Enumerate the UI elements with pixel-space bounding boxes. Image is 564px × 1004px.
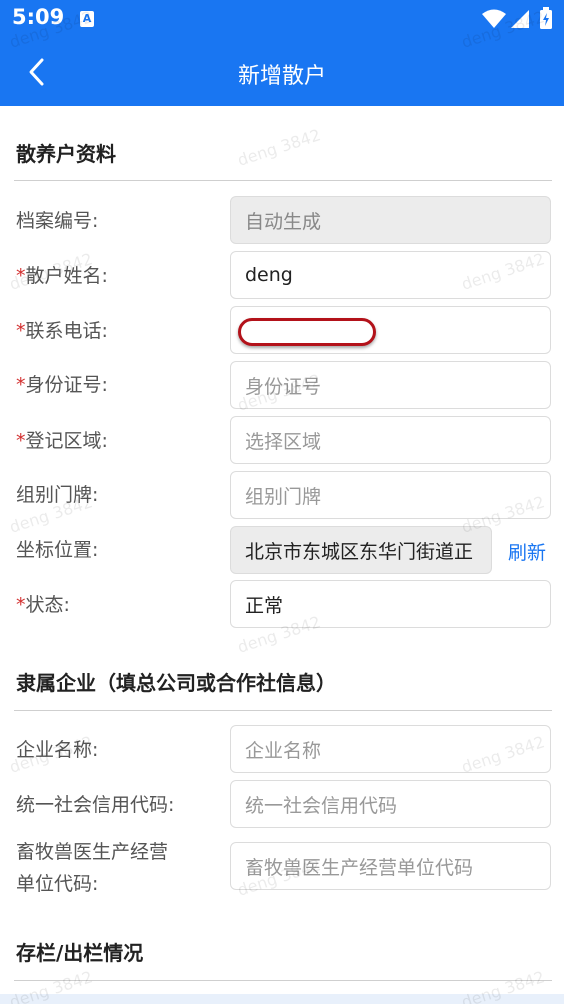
status-select[interactable]: 正常 [230, 580, 551, 628]
notification-icon: A [80, 11, 94, 27]
page-title: 新增散户 [237, 64, 326, 89]
label-status-text: 状态: [25, 594, 70, 616]
watermark: deng 3842 [235, 125, 323, 170]
section-title-company: 隶属企业（填总公司或合作社信息） [16, 671, 336, 695]
label-archive-no: 档案编号: [16, 210, 99, 232]
divider [14, 180, 552, 181]
divider [14, 980, 552, 981]
label-vet-code-line1: 畜牧兽医生产经营 [16, 841, 169, 863]
required-mark: * [16, 374, 26, 396]
label-name: *散户姓名: [16, 264, 108, 288]
label-id-no-text: 身份证号: [25, 374, 108, 396]
label-phone: *联系电话: [16, 319, 108, 343]
label-area: *登记区域: [16, 429, 108, 453]
redaction-mark [238, 318, 376, 346]
area-select[interactable]: 选择区域 [230, 416, 551, 464]
signal-icon [511, 10, 529, 28]
status-time: 5:09 [12, 5, 65, 29]
location-field: 北京市东城区东华门街道正 [230, 526, 492, 574]
label-phone-text: 联系电话: [25, 320, 108, 342]
required-mark: * [16, 594, 26, 616]
table-header-strip [0, 994, 564, 1004]
section-title-stock: 存栏/出栏情况 [16, 941, 144, 965]
label-area-text: 登记区域: [25, 430, 108, 452]
label-name-text: 散户姓名: [25, 265, 108, 287]
name-input[interactable]: deng [230, 251, 551, 299]
label-credit-code: 统一社会信用代码: [16, 794, 175, 816]
label-id-no: *身份证号: [16, 373, 108, 397]
required-mark: * [16, 265, 26, 287]
company-name-input[interactable]: 企业名称 [230, 725, 551, 773]
refresh-button[interactable]: 刷新 [508, 538, 546, 565]
wifi-icon [482, 9, 506, 28]
label-company-name: 企业名称: [16, 739, 99, 761]
app-bar: 新增散户 [0, 38, 564, 106]
vet-code-input[interactable]: 畜牧兽医生产经营单位代码 [230, 842, 551, 890]
section-title-household: 散养户资料 [16, 142, 116, 166]
battery-icon [540, 7, 552, 29]
archive-no-field: 自动生成 [230, 196, 551, 244]
label-status: *状态: [16, 593, 70, 617]
required-mark: * [16, 430, 26, 452]
divider [14, 710, 552, 711]
credit-code-input[interactable]: 统一社会信用代码 [230, 780, 551, 828]
status-bar: 5:09 A [0, 0, 564, 38]
house-no-input[interactable]: 组别门牌 [230, 471, 551, 519]
label-location: 坐标位置: [16, 539, 99, 561]
required-mark: * [16, 320, 26, 342]
label-vet-code-line2: 单位代码: [16, 873, 99, 895]
id-no-input[interactable]: 身份证号 [230, 361, 551, 409]
label-house-no: 组别门牌: [16, 484, 99, 506]
